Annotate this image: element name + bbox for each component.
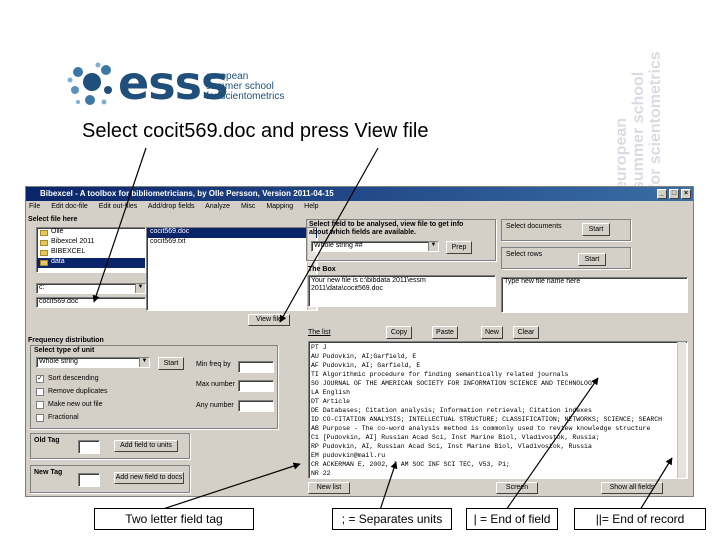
arrow-to-view-file [279, 147, 379, 323]
arrow-to-end-of-field [505, 377, 599, 511]
arrow-to-end-of-record [639, 457, 673, 511]
arrow-to-file-list [92, 147, 147, 303]
arrow-to-field-tag [159, 462, 301, 511]
arrow-to-units [379, 461, 398, 511]
caption-end-of-field: | = End of field [466, 508, 558, 530]
caption-units: ; = Separates units [332, 508, 452, 530]
annotation-arrows [92, 147, 673, 511]
caption-field-tag: Two letter field tag [94, 508, 254, 530]
caption-end-of-record: ||= End of record [574, 508, 706, 530]
